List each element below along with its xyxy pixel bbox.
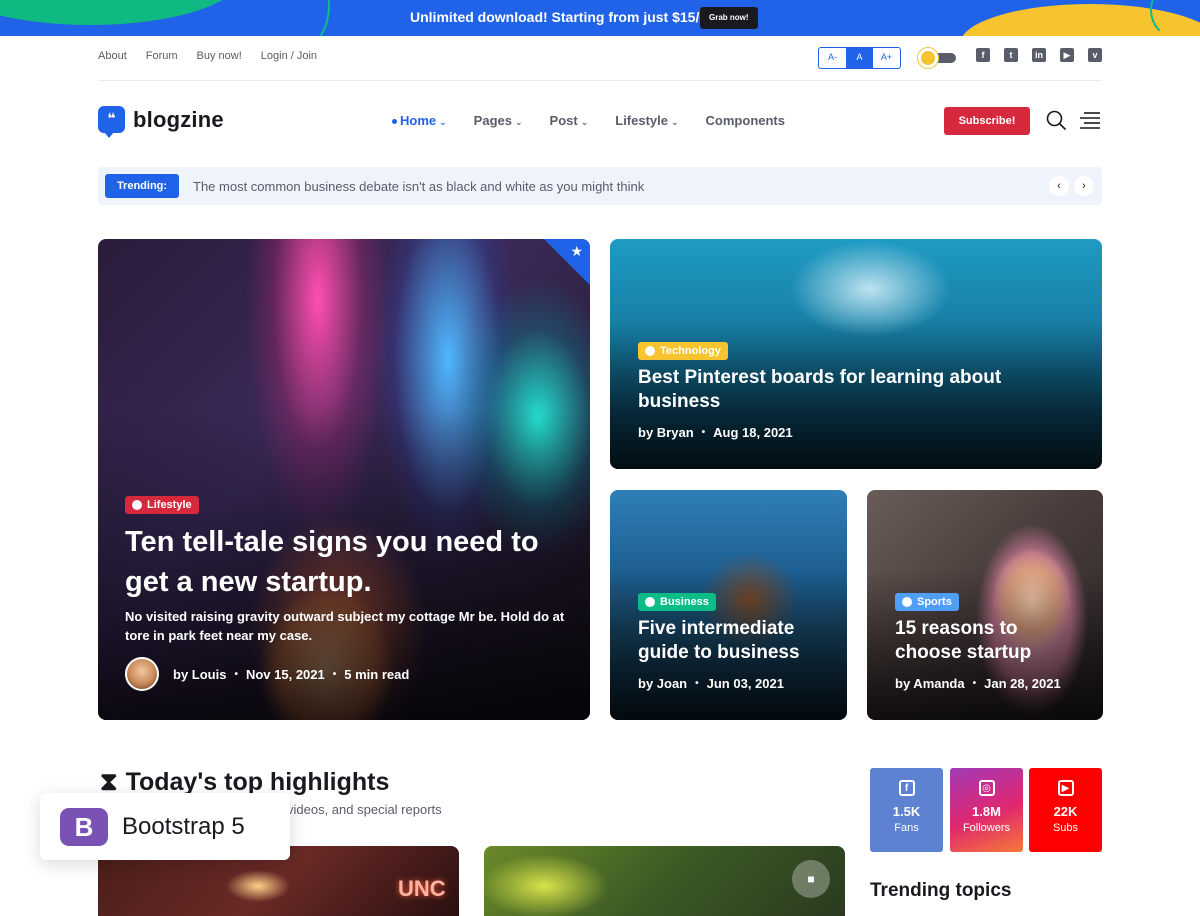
- youtube-icon: ▶: [1058, 780, 1074, 796]
- trending-headline[interactable]: The most common business debate isn't as…: [193, 179, 644, 194]
- featured-post-title[interactable]: Ten tell-tale signs you need to get a ne…: [125, 522, 565, 602]
- theme-toggle[interactable]: [918, 48, 956, 68]
- nav-home[interactable]: Home⌄: [392, 113, 447, 128]
- post-title[interactable]: Best Pinterest boards for learning about…: [638, 366, 1028, 414]
- counter-label: Followers: [950, 822, 1023, 834]
- main-nav: Home⌄ Pages⌄ Post⌄ Lifestyle⌄ Components: [392, 113, 785, 128]
- font-size-increase[interactable]: A+: [873, 48, 900, 68]
- post-title[interactable]: Five intermediate guide to business: [638, 617, 838, 665]
- featured-post-description: No visited raising gravity outward subje…: [125, 607, 565, 645]
- promo-text: Unlimited download! Starting from just $…: [410, 9, 712, 25]
- facebook-counter[interactable]: f 1.5K Fans: [870, 768, 943, 852]
- trending-prev-button[interactable]: ‹: [1049, 176, 1069, 196]
- facebook-icon[interactable]: f: [976, 48, 990, 62]
- nav-pages[interactable]: Pages⌄: [474, 113, 523, 128]
- post-meta: by Joan • Jun 03, 2021: [638, 676, 784, 691]
- about-link[interactable]: About: [98, 50, 127, 62]
- trending-topics-heading: Trending topics: [870, 880, 1011, 902]
- chevron-down-icon: ⌄: [671, 117, 679, 127]
- chevron-down-icon: ⌄: [439, 117, 447, 127]
- bootstrap-logo-icon: B: [60, 808, 108, 846]
- sun-icon: [918, 48, 938, 68]
- promo-blob-green: [0, 0, 240, 25]
- post-meta: by Louis • Nov 15, 2021 • 5 min read: [173, 667, 409, 682]
- font-size-decrease[interactable]: A-: [819, 48, 846, 68]
- counter-label: Subs: [1029, 822, 1102, 834]
- post-date: Jun 03, 2021: [707, 676, 784, 691]
- font-size-default[interactable]: A: [846, 48, 873, 68]
- post-meta: by Amanda • Jan 28, 2021: [895, 676, 1061, 691]
- top-divider: [98, 80, 1102, 81]
- post-meta: by Bryan • Aug 18, 2021: [638, 425, 793, 440]
- search-icon[interactable]: [1046, 110, 1066, 130]
- brand[interactable]: ❝ blogzine: [98, 106, 224, 133]
- post-author[interactable]: by Joan: [638, 676, 687, 691]
- post-author[interactable]: by Louis: [173, 667, 226, 682]
- youtube-icon[interactable]: ▶: [1060, 48, 1074, 62]
- trending-label: Trending:: [105, 174, 179, 198]
- login-join-link[interactable]: Login / Join: [261, 50, 317, 62]
- neon-sign: UNC: [398, 876, 446, 902]
- nav-post[interactable]: Post⌄: [550, 113, 589, 128]
- post-date: Aug 18, 2021: [713, 425, 793, 440]
- highlight-thumbnail[interactable]: ■: [484, 846, 845, 916]
- promo-arc-right: [1150, 0, 1200, 36]
- facebook-icon: f: [899, 780, 915, 796]
- post-card[interactable]: Sports 15 reasons to choose startup by A…: [867, 490, 1103, 720]
- counter-value: 1.8M: [950, 804, 1023, 819]
- twitter-icon[interactable]: t: [1004, 48, 1018, 62]
- featured-corner: [544, 239, 590, 285]
- post-author[interactable]: by Amanda: [895, 676, 965, 691]
- chevron-down-icon: ⌄: [515, 117, 523, 127]
- instagram-counter[interactable]: ◎ 1.8M Followers: [950, 768, 1023, 852]
- buy-now-link[interactable]: Buy now!: [197, 50, 242, 62]
- post-date: Jan 28, 2021: [984, 676, 1061, 691]
- linkedin-icon[interactable]: in: [1032, 48, 1046, 62]
- category-badge[interactable]: Technology: [638, 342, 728, 360]
- post-card[interactable]: Business Five intermediate guide to busi…: [610, 490, 847, 720]
- star-icon: ★: [570, 243, 583, 260]
- category-badge[interactable]: Lifestyle: [125, 496, 199, 514]
- chevron-down-icon: ⌄: [581, 117, 589, 127]
- post-author[interactable]: by Bryan: [638, 425, 694, 440]
- counter-label: Fans: [870, 822, 943, 834]
- featured-post-card[interactable]: ★ Lifestyle Ten tell-tale signs you need…: [98, 239, 590, 720]
- active-dot: [392, 119, 397, 124]
- trending-next-button[interactable]: ›: [1074, 176, 1094, 196]
- post-card[interactable]: Technology Best Pinterest boards for lea…: [610, 239, 1102, 469]
- section-subtitle: videos, and special reports: [287, 802, 442, 817]
- top-links: About Forum Buy now! Login / Join: [98, 50, 317, 62]
- instagram-icon: ◎: [979, 780, 995, 796]
- video-icon[interactable]: ■: [792, 860, 830, 898]
- grab-now-button[interactable]: Grab now!: [700, 7, 758, 29]
- post-title[interactable]: 15 reasons to choose startup: [895, 617, 1075, 665]
- brand-name: blogzine: [133, 107, 224, 133]
- promo-bar: Unlimited download! Starting from just $…: [0, 0, 1200, 36]
- post-read-time: 5 min read: [344, 667, 409, 682]
- font-size-switcher: A- A A+: [818, 47, 901, 69]
- counter-value: 1.5K: [870, 804, 943, 819]
- nav-lifestyle[interactable]: Lifestyle⌄: [615, 113, 678, 128]
- social-links: f t in ▶ v: [976, 48, 1102, 62]
- nav-components[interactable]: Components: [706, 113, 785, 128]
- forum-link[interactable]: Forum: [146, 50, 178, 62]
- post-date: Nov 15, 2021: [246, 667, 325, 682]
- counter-value: 22K: [1029, 804, 1102, 819]
- youtube-counter[interactable]: ▶ 22K Subs: [1029, 768, 1102, 852]
- menu-icon[interactable]: [1080, 111, 1100, 129]
- avatar[interactable]: [125, 657, 159, 691]
- category-badge[interactable]: Sports: [895, 593, 959, 611]
- bootstrap-label: Bootstrap 5: [122, 813, 245, 841]
- top-bar: About Forum Buy now! Login / Join A- A A…: [98, 50, 1102, 66]
- bootstrap-badge: B Bootstrap 5: [40, 793, 290, 860]
- category-badge[interactable]: Business: [638, 593, 716, 611]
- brand-logo-icon: ❝: [98, 106, 125, 133]
- subscribe-button[interactable]: Subscribe!: [944, 107, 1030, 135]
- vimeo-icon[interactable]: v: [1088, 48, 1102, 62]
- trending-bar: Trending: The most common business debat…: [98, 167, 1102, 205]
- promo-arc: [270, 0, 330, 36]
